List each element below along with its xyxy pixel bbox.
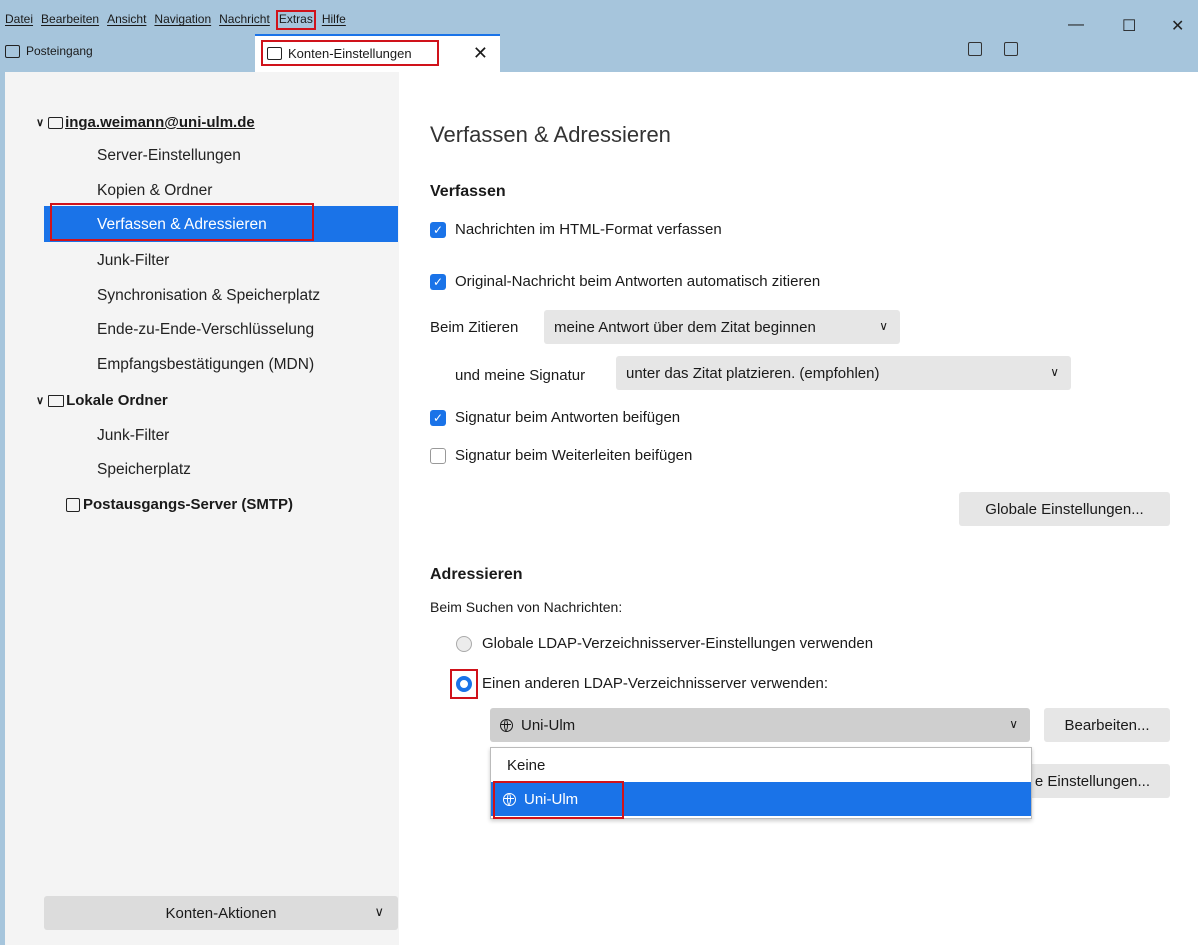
menu-bearbeiten[interactable]: Bearbeiten bbox=[41, 12, 99, 28]
sidebar-item-junk-filter[interactable]: Junk-Filter bbox=[97, 252, 169, 270]
sig-reply-label: Signatur beim Antworten beifügen bbox=[455, 409, 681, 426]
signature-label: und meine Signatur bbox=[455, 367, 586, 384]
menu-bar: Datei Bearbeiten Ansicht Navigation Nach… bbox=[5, 10, 354, 30]
tab-posteingang-label: Posteingang bbox=[26, 44, 93, 58]
sidebar-item-local-junk[interactable]: Junk-Filter bbox=[97, 427, 169, 445]
tab-konten-einstellungen[interactable]: Konten-Einstellungen ✕ bbox=[255, 34, 500, 74]
dropdown-option-keine[interactable]: Keine bbox=[491, 748, 1031, 782]
auto-quote-checkbox[interactable]: ✓ bbox=[430, 274, 446, 290]
menu-ansicht[interactable]: Ansicht bbox=[107, 12, 146, 28]
addressing-heading: Adressieren bbox=[430, 566, 523, 583]
quoting-select[interactable]: meine Antwort über dem Zitat beginnen ∨ bbox=[544, 310, 900, 344]
sig-forward-label: Signatur beim Weiterleiten beifügen bbox=[455, 447, 693, 464]
search-label: Beim Suchen von Nachrichten: bbox=[430, 599, 623, 615]
smtp-label: Postausgangs-Server (SMTP) bbox=[83, 496, 294, 513]
edit-ldap-button[interactable]: Bearbeiten... bbox=[1044, 708, 1170, 742]
sidebar-item-local-storage[interactable]: Speicherplatz bbox=[97, 461, 191, 479]
compose-heading: Verfassen bbox=[430, 183, 506, 200]
inbox-icon bbox=[5, 44, 20, 58]
global-settings-button[interactable]: Globale Einstellungen... bbox=[959, 492, 1170, 526]
chevron-down-icon: ∨ bbox=[1009, 717, 1018, 731]
signature-select-value: unter das Zitat platzieren. (empfohlen) bbox=[626, 364, 880, 382]
radio-other-ldap-label: Einen anderen LDAP-Verzeichnisserver ver… bbox=[482, 675, 829, 692]
signature-select[interactable]: unter das Zitat platzieren. (empfohlen) … bbox=[616, 356, 1071, 390]
account-actions-button[interactable]: Konten-Aktionen ∨ bbox=[44, 896, 398, 930]
radio-highlight-box bbox=[450, 669, 478, 699]
sidebar-item-composition[interactable]: Verfassen & Adressieren bbox=[97, 216, 267, 234]
quoting-select-value: meine Antwort über dem Zitat beginnen bbox=[554, 318, 816, 336]
outbox-icon bbox=[66, 497, 80, 512]
tab-posteingang[interactable]: Posteingang bbox=[5, 41, 93, 61]
sidebar-item-copies-folders[interactable]: Kopien & Ordner bbox=[97, 182, 212, 200]
settings-tab-icon bbox=[267, 46, 282, 60]
folder-icon bbox=[48, 394, 65, 407]
sig-reply-checkbox[interactable]: ✓ bbox=[430, 410, 446, 426]
sidebar-item-e2e-encryption[interactable]: Ende-zu-Ende-Verschlüsselung bbox=[97, 321, 314, 339]
radio-global-ldap[interactable] bbox=[456, 636, 472, 652]
envelope-icon bbox=[48, 116, 64, 129]
radio-global-ldap-label: Globale LDAP-Verzeichnisserver-Einstellu… bbox=[482, 635, 874, 652]
tab-konten-einstellungen-label: Konten-Einstellungen bbox=[288, 45, 412, 61]
account-name: inga.weimann@uni-ulm.de bbox=[65, 114, 255, 131]
auto-quote-label: Original-Nachricht beim Antworten automa… bbox=[455, 273, 821, 290]
quoting-label: Beim Zitieren bbox=[430, 319, 519, 336]
maximize-button[interactable]: ☐ bbox=[1122, 16, 1136, 36]
menu-extras[interactable]: Extras bbox=[275, 10, 316, 30]
html-format-label: Nachrichten im HTML-Format verfassen bbox=[455, 221, 722, 238]
ldap-server-select[interactable]: Uni-Ulm ∨ bbox=[490, 708, 1030, 742]
sidebar-item-sync-storage[interactable]: Synchronisation & Speicherplatz bbox=[97, 287, 320, 305]
chevron-down-icon[interactable]: ∨ bbox=[36, 394, 44, 407]
tasks-icon[interactable] bbox=[1004, 42, 1018, 56]
menu-navigation[interactable]: Navigation bbox=[154, 12, 211, 28]
close-window-button[interactable]: ✕ bbox=[1171, 16, 1184, 36]
local-folders-node[interactable]: ∨ Lokale Ordner bbox=[36, 392, 168, 409]
title-bar bbox=[0, 0, 1198, 72]
smtp-node[interactable]: Postausgangs-Server (SMTP) bbox=[66, 496, 293, 513]
menu-datei[interactable]: Datei bbox=[5, 12, 33, 28]
sidebar-item-mdn[interactable]: Empfangsbestätigungen (MDN) bbox=[97, 356, 314, 374]
sig-forward-checkbox[interactable] bbox=[430, 448, 446, 464]
minimize-button[interactable]: — bbox=[1068, 16, 1084, 34]
chevron-down-icon: ∨ bbox=[1050, 365, 1059, 379]
html-format-checkbox[interactable]: ✓ bbox=[430, 222, 446, 238]
close-tab-button[interactable]: ✕ bbox=[473, 43, 488, 64]
chevron-down-icon[interactable]: ∨ bbox=[36, 116, 44, 129]
page-title: Verfassen & Adressieren bbox=[430, 122, 671, 147]
globe-icon bbox=[500, 718, 513, 732]
chevron-down-icon: ∨ bbox=[879, 319, 888, 333]
chevron-down-icon: ∨ bbox=[374, 904, 384, 919]
local-folders-label: Lokale Ordner bbox=[66, 392, 168, 409]
dropdown-highlight-box bbox=[493, 781, 624, 819]
menu-nachricht[interactable]: Nachricht bbox=[219, 12, 270, 28]
calendar-icon[interactable] bbox=[968, 42, 982, 56]
menu-hilfe[interactable]: Hilfe bbox=[322, 12, 346, 28]
ldap-server-value: Uni-Ulm bbox=[521, 716, 576, 734]
sidebar-item-server-settings[interactable]: Server-Einstellungen bbox=[97, 147, 241, 165]
account-actions-label: Konten-Aktionen bbox=[165, 904, 277, 922]
tab-konten-einstellungen-highlight: Konten-Einstellungen bbox=[261, 40, 439, 66]
account-node[interactable]: ∨ inga.weimann@uni-ulm.de bbox=[36, 114, 255, 131]
dropdown-option-keine-label: Keine bbox=[507, 756, 546, 774]
